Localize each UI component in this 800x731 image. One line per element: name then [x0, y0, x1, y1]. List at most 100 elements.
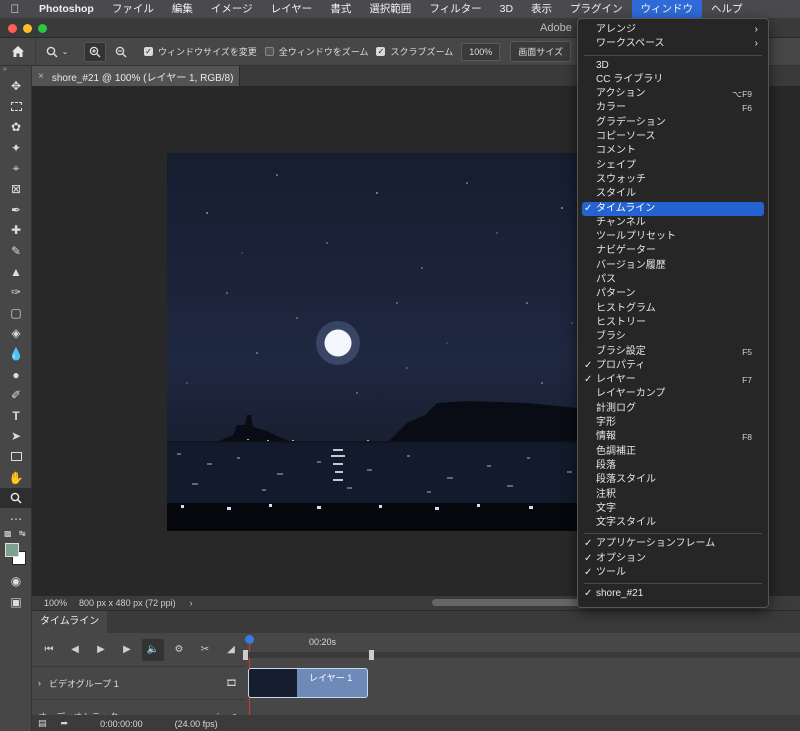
swap-colors-icon[interactable]: ↹: [19, 529, 26, 538]
menubar-item[interactable]: ヘルプ: [702, 0, 752, 18]
menu-item[interactable]: ✓ アプリケーションフレーム: [578, 537, 768, 551]
menu-item[interactable]: スウォッチ: [578, 173, 768, 187]
menu-item[interactable]: シェイプ: [578, 159, 768, 173]
eraser-tool-icon[interactable]: ▢: [0, 303, 32, 324]
menu-item[interactable]: 情報 F8: [578, 430, 768, 444]
clone-stamp-tool-icon[interactable]: ▲: [0, 261, 32, 282]
eyedropper-tool-icon[interactable]: ✒: [0, 200, 32, 221]
healing-brush-tool-icon[interactable]: ✚: [0, 220, 32, 241]
close-window-button[interactable]: [8, 24, 17, 33]
frame-mode-icon[interactable]: ▤: [38, 718, 47, 729]
rectangle-tool-icon[interactable]: [0, 447, 32, 468]
quick-mask-icon[interactable]: ◉: [0, 571, 32, 592]
menu-item[interactable]: 注釈: [578, 488, 768, 502]
layer-clip[interactable]: レイヤー 1: [248, 668, 368, 698]
menu-item[interactable]: ✓ レイヤー F7: [578, 373, 768, 387]
menu-item[interactable]: ツールプリセット: [578, 230, 768, 244]
menu-item[interactable]: パターン: [578, 287, 768, 301]
transition-icon[interactable]: ◢: [220, 639, 242, 661]
brush-tool-icon[interactable]: ✎: [0, 241, 32, 262]
zoom-window-button[interactable]: [38, 24, 47, 33]
resize-windows-checkbox[interactable]: ✓ ウィンドウサイズを変更: [144, 45, 257, 58]
menu-item[interactable]: レイヤーカンプ: [578, 387, 768, 401]
menu-item[interactable]: 文字: [578, 502, 768, 516]
menubar-item[interactable]: 書式: [321, 0, 360, 18]
menu-item[interactable]: 計測ログ: [578, 402, 768, 416]
render-icon[interactable]: ➦: [61, 718, 69, 729]
menu-item[interactable]: 段落: [578, 459, 768, 473]
crop-tool-icon[interactable]: ⌖: [0, 158, 32, 179]
menu-item[interactable]: ブラシ: [578, 330, 768, 344]
previous-frame-icon[interactable]: ◀: [64, 639, 86, 661]
menu-item[interactable]: ✓ プロパティ: [578, 359, 768, 373]
menubar-item[interactable]: レイヤー: [262, 0, 322, 18]
tab-timeline[interactable]: タイムライン: [32, 611, 108, 633]
zoom-100-button[interactable]: 100%: [461, 42, 501, 61]
paint-bucket-tool-icon[interactable]: ◈: [0, 323, 32, 344]
menu-item[interactable]: 3D: [578, 59, 768, 73]
menu-item[interactable]: ナビゲーター: [578, 244, 768, 258]
menu-item[interactable]: CC ライブラリ: [578, 73, 768, 87]
menu-item[interactable]: ワークスペース ›: [578, 37, 768, 51]
menubar-item[interactable]: ウィンドウ: [631, 0, 703, 18]
film-strip-icon[interactable]: 🎞: [226, 678, 237, 689]
menu-item[interactable]: バージョン履歴: [578, 259, 768, 273]
menu-item[interactable]: ✓ shore_#21: [578, 587, 768, 601]
magic-wand-tool-icon[interactable]: ✦: [0, 138, 32, 159]
work-area-start-handle[interactable]: [243, 650, 248, 660]
next-frame-icon[interactable]: ▶: [116, 639, 138, 661]
menu-item[interactable]: アレンジ ›: [578, 23, 768, 37]
scrubby-zoom-checkbox[interactable]: ✓ スクラブズーム: [376, 45, 453, 58]
minimize-window-button[interactable]: [23, 24, 32, 33]
zoom-tool-icon[interactable]: [0, 487, 32, 509]
video-group-track[interactable]: › ビデオグループ 1 🎞: [32, 666, 245, 699]
document-tab[interactable]: × shore_#21 @ 100% (レイヤー 1, RGB/8): [32, 66, 240, 86]
menu-item[interactable]: グラデーション: [578, 116, 768, 130]
zoom-all-windows-checkbox[interactable]: 全ウィンドウをズーム: [264, 45, 368, 58]
lasso-tool-icon[interactable]: ✿: [0, 117, 32, 138]
menu-item[interactable]: 色調補正: [578, 445, 768, 459]
menubar-item[interactable]: イメージ: [202, 0, 262, 18]
menu-item[interactable]: 文字スタイル: [578, 516, 768, 530]
play-icon[interactable]: ▶: [90, 639, 112, 661]
more-tools-icon[interactable]: ⋯: [0, 508, 32, 529]
menu-item[interactable]: ヒストグラム: [578, 302, 768, 316]
menubar-item[interactable]: 表示: [522, 0, 561, 18]
menu-item[interactable]: ✓ オプション: [578, 552, 768, 566]
expand-chevron-icon[interactable]: ›: [38, 678, 41, 688]
zoom-in-button[interactable]: [84, 41, 106, 62]
rectangular-marquee-tool-icon[interactable]: [0, 97, 32, 118]
move-tool-icon[interactable]: ✥: [0, 76, 32, 97]
screen-mode-icon[interactable]: ▣: [0, 592, 32, 613]
menu-item[interactable]: コピーソース: [578, 130, 768, 144]
settings-gear-icon[interactable]: ⚙: [168, 639, 190, 661]
timeline-ruler[interactable]: 00:20s: [243, 633, 800, 731]
zoom-tool-preset-button[interactable]: ⌄: [40, 42, 74, 62]
pen-tool-icon[interactable]: ✐: [0, 385, 32, 406]
split-scissors-icon[interactable]: ✂: [194, 639, 216, 661]
work-area-end-handle[interactable]: [369, 650, 374, 660]
audio-icon[interactable]: 🔈: [142, 638, 164, 661]
menubar-item[interactable]: プラグイン: [561, 0, 632, 18]
history-brush-tool-icon[interactable]: ✑: [0, 282, 32, 303]
menubar-item[interactable]: ファイル: [103, 0, 163, 18]
zoom-level[interactable]: 100%: [32, 598, 79, 608]
frame-tool-icon[interactable]: ⊠: [0, 179, 32, 200]
home-button[interactable]: [0, 37, 36, 66]
hand-tool-icon[interactable]: ✋: [0, 467, 32, 488]
foreground-color-swatch[interactable]: [5, 543, 19, 558]
menu-item[interactable]: ✓ タイムライン: [582, 201, 764, 216]
menu-item[interactable]: チャンネル: [578, 216, 768, 230]
dodge-tool-icon[interactable]: ●: [0, 364, 32, 385]
status-menu-arrow[interactable]: ›: [190, 598, 193, 608]
type-tool-icon[interactable]: T: [0, 406, 32, 427]
menubar-item[interactable]: 編集: [163, 0, 202, 18]
collapse-panel-icon[interactable]: »: [0, 66, 31, 76]
menubar-item[interactable]: Photoshop: [30, 0, 103, 18]
menu-item[interactable]: パス: [578, 273, 768, 287]
blur-tool-icon[interactable]: 💧: [0, 344, 32, 365]
menubar-item[interactable]: 3D: [491, 0, 522, 18]
default-colors-icon[interactable]: ▩: [4, 529, 12, 538]
menu-item[interactable]: コメント: [578, 144, 768, 158]
menubar-item[interactable]: 選択範囲: [360, 0, 420, 18]
